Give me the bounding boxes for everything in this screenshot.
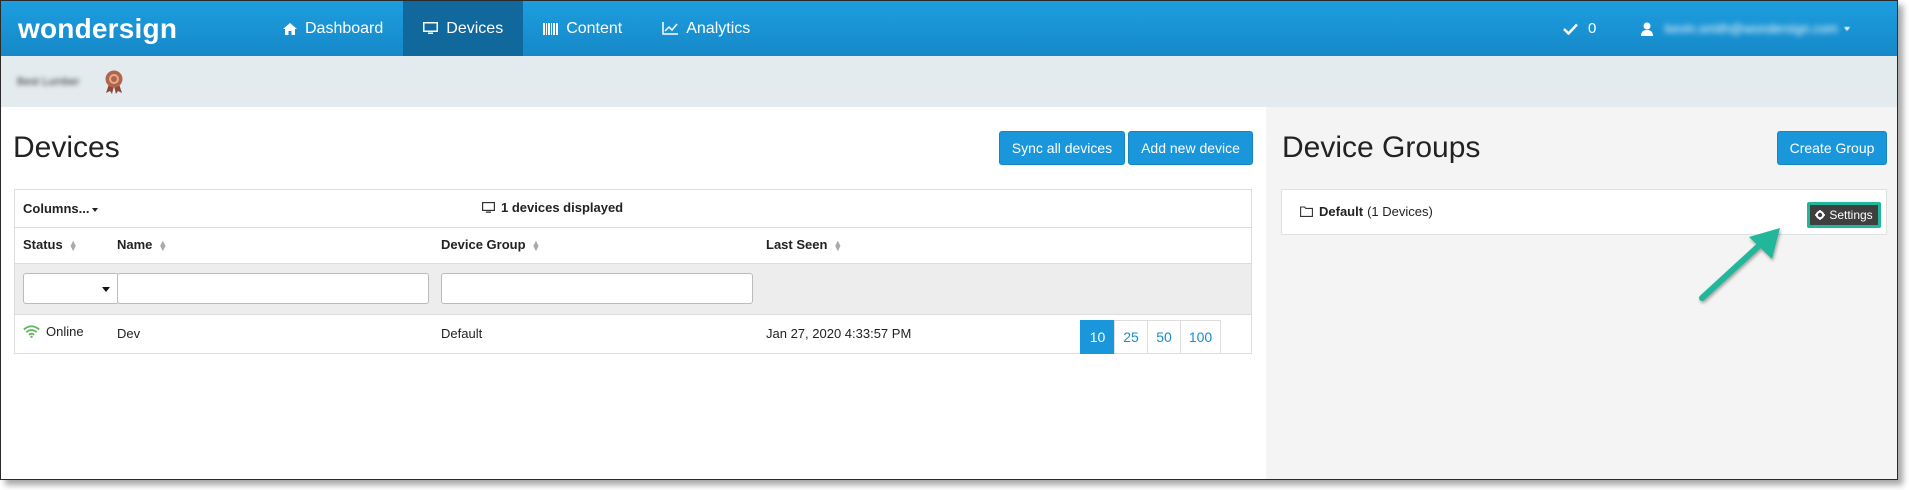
home-icon	[283, 22, 297, 35]
tasks-count: 0	[1588, 20, 1597, 37]
group-device-count: (1 Devices)	[1367, 204, 1433, 219]
devices-count: 1 devices displayed	[482, 200, 623, 215]
award-badge-icon	[105, 70, 123, 94]
header-device-group-label: Device Group	[441, 237, 526, 252]
table-row[interactable]: Online Dev Default Jan 27, 2020 4:33:57 …	[15, 315, 1251, 352]
group-item[interactable]: Default (1 Devices) Settings	[1281, 189, 1887, 235]
monitor-icon	[482, 201, 495, 213]
status-cell: Online	[23, 324, 84, 339]
header-last-seen[interactable]: Last Seen ▲ ▼	[766, 237, 842, 252]
group-filter-input[interactable]	[441, 273, 753, 304]
chevron-down-icon	[1843, 26, 1850, 31]
header-device-group[interactable]: Device Group ▲ ▼	[441, 237, 540, 252]
filter-row	[15, 264, 1251, 315]
last-seen-cell: Jan 27, 2020 4:33:57 PM	[766, 326, 912, 341]
sync-all-devices-button[interactable]: Sync all devices	[999, 131, 1125, 165]
gear-icon	[1815, 210, 1826, 220]
devices-count-label: 1 devices displayed	[501, 200, 624, 215]
settings-label: Settings	[1829, 208, 1873, 222]
device-groups-panel: Device Groups Create Group Default (1 De…	[1266, 107, 1897, 479]
page-size-10[interactable]: 10	[1080, 320, 1115, 354]
status-text: Online	[46, 324, 84, 339]
page-size-100[interactable]: 100	[1180, 320, 1221, 354]
columns-label: Columns...	[23, 201, 90, 216]
barcode-icon	[543, 22, 559, 35]
app-window: wondersign Dashboard Devices Content Ana…	[0, 0, 1898, 480]
devices-panel: Devices Sync all devices Add new device …	[1, 107, 1266, 479]
add-new-device-button[interactable]: Add new device	[1128, 131, 1253, 165]
nav-devices-label: Devices	[446, 19, 504, 37]
nav-dashboard[interactable]: Dashboard	[263, 1, 403, 56]
page-size-50[interactable]: 50	[1147, 320, 1181, 354]
page-size-selector: 10 25 50 100	[1080, 320, 1221, 354]
header-status[interactable]: Status ▲ ▼	[23, 237, 78, 252]
group-name-label: Default	[1319, 204, 1364, 219]
main-nav: Dashboard Devices Content Analytics	[263, 1, 770, 56]
sort-icon: ▲ ▼	[158, 237, 168, 253]
sort-icon: ▲ ▼	[833, 237, 843, 253]
table-header: Status ▲ ▼ Name ▲ ▼ Device Group ▲ ▼ Last Seen…	[15, 227, 1251, 264]
table-toolbar: Columns... 1 devices displayed	[15, 190, 1251, 228]
name-filter-input[interactable]	[117, 273, 429, 304]
columns-dropdown[interactable]: Columns...	[23, 201, 99, 216]
group-name: Default (1 Devices)	[1300, 204, 1433, 219]
page-title: Devices	[13, 131, 120, 164]
tasks-indicator[interactable]: 0	[1563, 1, 1596, 56]
nav-content-label: Content	[566, 19, 623, 37]
monitor-icon	[423, 22, 439, 34]
user-menu[interactable]: kevin.smith@wondersign.com	[1641, 1, 1850, 56]
nav-analytics[interactable]: Analytics	[642, 1, 770, 56]
nav-analytics-label: Analytics	[686, 19, 751, 37]
chevron-down-icon	[102, 287, 110, 292]
check-icon	[1563, 23, 1578, 35]
header-name[interactable]: Name ▲ ▼	[117, 237, 167, 252]
header-name-label: Name	[117, 237, 153, 252]
create-group-button[interactable]: Create Group	[1777, 131, 1887, 165]
device-groups-title: Device Groups	[1282, 131, 1481, 164]
annotation-arrow-icon	[1699, 228, 1780, 301]
top-navbar: wondersign Dashboard Devices Content Ana…	[1, 1, 1897, 56]
folder-icon	[1300, 206, 1313, 217]
header-status-label: Status	[23, 237, 63, 252]
wifi-icon	[23, 325, 40, 338]
sort-icon: ▲ ▼	[68, 237, 78, 253]
line-chart-icon	[662, 22, 679, 35]
device-name-cell: Dev	[117, 326, 141, 341]
nav-devices[interactable]: Devices	[403, 1, 524, 56]
account-bar: Best Lumber	[1, 56, 1897, 107]
chevron-down-icon	[92, 207, 99, 212]
group-settings-button[interactable]: Settings	[1807, 202, 1881, 228]
user-email: kevin.smith@wondersign.com	[1665, 21, 1838, 36]
user-icon	[1641, 22, 1653, 36]
devices-table: Columns... 1 devices displayed Status ▲ ▼ …	[14, 189, 1252, 354]
nav-content[interactable]: Content	[523, 1, 642, 56]
page-size-25[interactable]: 25	[1114, 320, 1148, 354]
brand-logo[interactable]: wondersign	[18, 13, 177, 45]
status-filter-select[interactable]	[23, 273, 119, 304]
header-last-seen-label: Last Seen	[766, 237, 828, 252]
account-name[interactable]: Best Lumber	[17, 76, 79, 88]
sort-icon: ▲ ▼	[531, 237, 541, 253]
nav-dashboard-label: Dashboard	[305, 19, 384, 37]
device-group-cell: Default	[441, 326, 483, 341]
